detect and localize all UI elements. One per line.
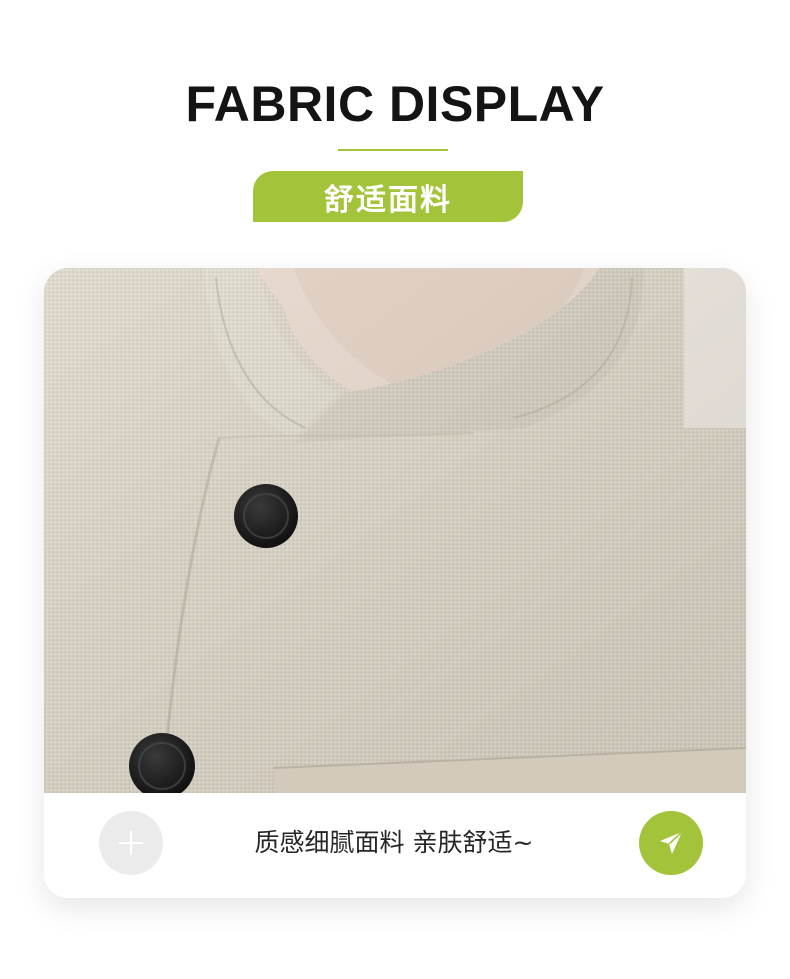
fabric-photo <box>44 268 746 793</box>
plus-icon <box>119 831 143 855</box>
fabric-card: 质感细腻面料 亲肤舒适~ <box>44 268 746 898</box>
paper-plane-icon <box>660 831 683 854</box>
title-underline <box>338 149 448 151</box>
caption-bar: 质感细腻面料 亲肤舒适~ <box>44 793 746 898</box>
add-button[interactable] <box>99 811 163 875</box>
send-button[interactable] <box>639 811 703 875</box>
top-button <box>234 484 298 548</box>
feature-tag: 舒适面料 <box>253 171 523 222</box>
caption-text: 质感细腻面料 亲肤舒适~ <box>254 828 534 857</box>
feature-tag-label: 舒适面料 <box>324 182 452 218</box>
page-title: FABRIC DISPLAY <box>185 76 605 132</box>
